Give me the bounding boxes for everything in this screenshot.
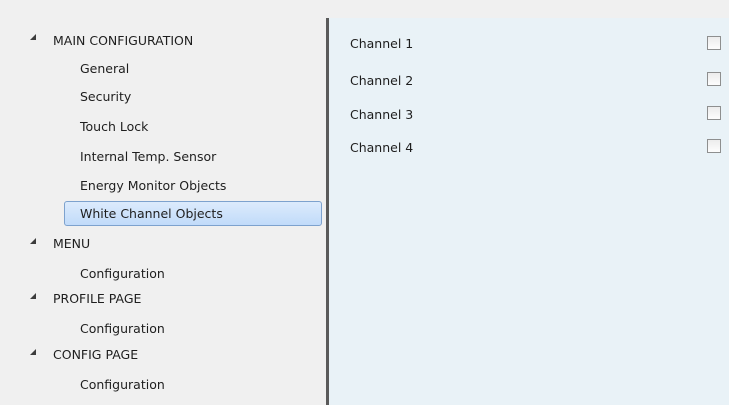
tree-item-security[interactable]: Security — [0, 86, 326, 108]
tree-section-label: MAIN CONFIGURATION — [53, 33, 194, 48]
tree-item-menu-configuration[interactable]: Configuration — [0, 263, 326, 285]
tree-item-touch-lock[interactable]: Touch Lock — [0, 116, 326, 138]
app-window: MAIN CONFIGURATION General Security Touc… — [0, 0, 729, 405]
tree-item-white-channel-objects[interactable]: White Channel Objects — [64, 201, 322, 226]
channel-1-label: Channel 1 — [350, 36, 414, 51]
channel-1-checkbox[interactable] — [707, 36, 721, 50]
tree-item-label: Touch Lock — [80, 119, 149, 134]
tree-item-label: Security — [80, 89, 132, 104]
tree-item-general[interactable]: General — [0, 58, 326, 80]
navigation-tree: MAIN CONFIGURATION General Security Touc… — [0, 0, 326, 405]
tree-item-internal-temp-sensor[interactable]: Internal Temp. Sensor — [0, 146, 326, 168]
channel-2-checkbox[interactable] — [707, 72, 721, 86]
channel-2-label: Channel 2 — [350, 73, 414, 88]
tree-item-label: General — [80, 61, 130, 76]
tree-section-label: MENU — [53, 236, 91, 251]
tree-section-label: CONFIG PAGE — [53, 347, 139, 362]
tree-item-label: Internal Temp. Sensor — [80, 149, 217, 164]
channel-4-checkbox[interactable] — [707, 139, 721, 153]
tree-item-label: Configuration — [80, 266, 165, 281]
tree-item-label: Energy Monitor Objects — [80, 178, 227, 193]
tree-section-label: PROFILE PAGE — [53, 291, 142, 306]
tree-item-energy-monitor-objects[interactable]: Energy Monitor Objects — [0, 175, 326, 197]
channel-4-label: Channel 4 — [350, 140, 414, 155]
tree-item-profile-configuration[interactable]: Configuration — [0, 318, 326, 340]
tree-section-menu[interactable]: MENU — [0, 233, 326, 255]
tree-section-main-configuration[interactable]: MAIN CONFIGURATION — [0, 30, 326, 52]
tree-item-label: Configuration — [80, 377, 165, 392]
tree-item-config-configuration[interactable]: Configuration — [0, 374, 326, 396]
tree-item-label: White Channel Objects — [80, 206, 223, 221]
tree-item-label: Configuration — [80, 321, 165, 336]
channel-3-checkbox[interactable] — [707, 106, 721, 120]
tree-section-config-page[interactable]: CONFIG PAGE — [0, 344, 326, 366]
tree-section-profile-page[interactable]: PROFILE PAGE — [0, 288, 326, 310]
channel-3-label: Channel 3 — [350, 107, 414, 122]
